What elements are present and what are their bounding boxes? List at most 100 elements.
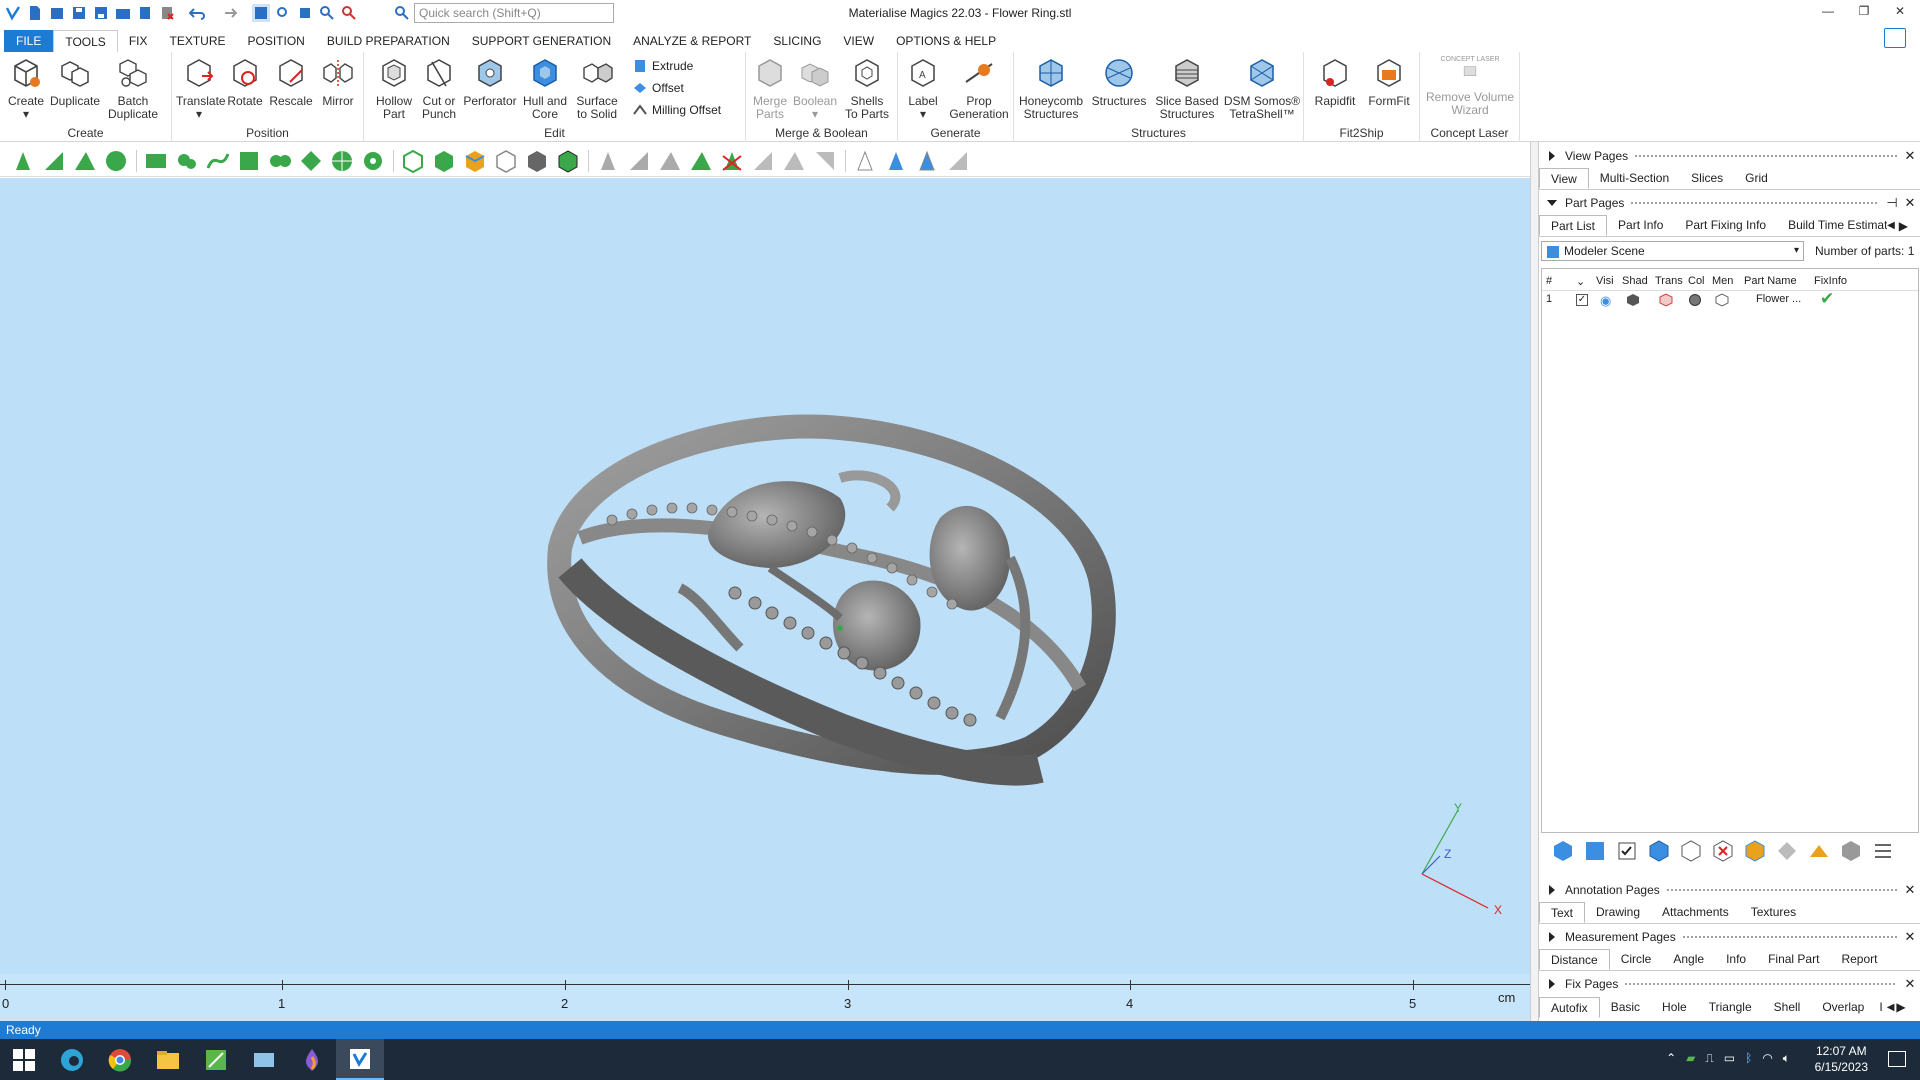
unmark-triangle-icon[interactable] (595, 148, 621, 174)
part-color-cube-icon[interactable] (462, 148, 488, 174)
part-green-cube-icon[interactable] (431, 148, 457, 174)
color-swatch[interactable] (1689, 294, 1701, 306)
3d-viewport[interactable]: Y Z X 0 1 2 3 4 5 cm (0, 178, 1530, 1021)
col-header-shaded[interactable]: Shad (1622, 275, 1648, 287)
flower-ring-model[interactable] (540, 398, 1120, 798)
tab-build-time-estimation[interactable]: Build Time Estimation (1777, 215, 1887, 236)
tray-network-icon[interactable]: ⎍ (1705, 1051, 1713, 1066)
part-dark-cube-icon[interactable] (524, 148, 550, 174)
tab-analyze-report[interactable]: ANALYZE & REPORT (622, 30, 762, 52)
boolean-button[interactable]: Boolean ▾ (792, 56, 838, 121)
unmark-surface-icon[interactable] (657, 148, 683, 174)
grow-select-icon[interactable] (298, 148, 324, 174)
cut-or-punch-button[interactable]: Cut or Punch (418, 56, 460, 121)
shells-to-parts-button[interactable]: Shells To Parts (842, 56, 892, 121)
close-icon[interactable]: ✕ (1903, 882, 1917, 898)
sphere-mark-icon[interactable] (360, 148, 386, 174)
remove-volume-wizard-button[interactable]: CONCEPT LASER Remove Volume Wizard (1422, 56, 1518, 117)
taskbar-file-explorer[interactable] (144, 1039, 192, 1080)
part-cube-icon[interactable] (400, 148, 426, 174)
part-box-cube-icon[interactable] (555, 148, 581, 174)
hollow-part-button[interactable]: Hollow Part (372, 56, 416, 121)
taskbar-clock[interactable]: 12:07 AM 6/15/2023 (1815, 1043, 1868, 1075)
formfit-button[interactable]: FormFit (1364, 56, 1414, 108)
tray-green-icon[interactable]: ▰ (1686, 1051, 1695, 1066)
taskbar-chrome[interactable] (96, 1039, 144, 1080)
tab-texture[interactable]: TEXTURE (158, 30, 236, 52)
minimize-button[interactable]: — (1816, 4, 1840, 22)
chevron-up-icon[interactable]: ⌃ (1666, 1051, 1676, 1066)
prop-generation-button[interactable]: Prop Generation (946, 56, 1012, 121)
tab-part-info[interactable]: Part Info (1607, 215, 1674, 236)
memory-cube-icon[interactable] (1715, 293, 1729, 307)
tab-textures[interactable]: Textures (1740, 902, 1807, 923)
measurement-pages-header[interactable]: Measurement Pages ✕ (1539, 927, 1920, 947)
tab-final-part[interactable]: Final Part (1757, 949, 1830, 970)
dsm-tetrashell-button[interactable]: DSM Somos® TetraShell™ (1222, 56, 1302, 121)
tab-view[interactable]: VIEW (832, 30, 885, 52)
row-checkbox[interactable]: ✓ (1576, 294, 1588, 306)
list-options-icon[interactable] (1871, 839, 1895, 863)
volume-icon[interactable]: 🔈︎ (1783, 1051, 1790, 1066)
tab-build-preparation[interactable]: BUILD PREPARATION (316, 30, 461, 52)
surface-to-solid-button[interactable]: Surface to Solid (572, 56, 622, 121)
shaded-cube-icon[interactable] (1626, 293, 1640, 307)
slice-based-structures-button[interactable]: Slice Based Structures (1154, 56, 1220, 121)
battery-icon[interactable]: ▭ (1724, 1051, 1735, 1066)
transparent-cube-icon[interactable] (1659, 293, 1673, 307)
select-parts-icon[interactable] (1583, 839, 1607, 863)
ribbon-options-icon[interactable] (1884, 28, 1906, 48)
unmark-all-icon[interactable] (719, 148, 745, 174)
col-header-transparent[interactable]: Trans (1655, 275, 1683, 287)
tab-options-help[interactable]: OPTIONS & HELP (885, 30, 1007, 52)
rotate-button[interactable]: Rotate (224, 56, 266, 108)
group-parts-icon[interactable] (1647, 839, 1671, 863)
mirror-button[interactable]: Mirror (316, 56, 360, 108)
tab-basic[interactable]: Basic (1600, 997, 1651, 1018)
close-window-button[interactable]: ✕ (1888, 4, 1912, 22)
tab-scroll-right-icon[interactable]: ▶ (1896, 1000, 1905, 1014)
perforator-button[interactable]: Perforator (462, 56, 518, 108)
tag-part-icon[interactable] (1775, 839, 1799, 863)
part-outline-cube-icon[interactable] (493, 148, 519, 174)
honeycomb-structures-button[interactable]: Honeycomb Structures (1018, 56, 1084, 121)
tab-view[interactable]: View (1539, 168, 1589, 189)
tab-scroll-left-icon[interactable]: ◀ (1887, 1002, 1895, 1013)
wire-triangle-icon[interactable] (852, 148, 878, 174)
restore-button[interactable]: ❐ (1852, 4, 1876, 22)
tab-support-generation[interactable]: SUPPORT GENERATION (461, 30, 622, 52)
scene-dropdown[interactable]: Modeler Scene ▾ (1541, 241, 1804, 261)
col-header-visible[interactable]: Visi (1596, 275, 1614, 287)
duplicate-button[interactable]: Duplicate (50, 56, 100, 108)
tab-part-list[interactable]: Part List (1539, 215, 1608, 236)
milling-offset-button[interactable]: Milling Offset (632, 102, 721, 118)
notification-icon[interactable] (1888, 1051, 1906, 1067)
tab-fix[interactable]: FIX (118, 30, 159, 52)
tab-attachments[interactable]: Attachments (1651, 902, 1740, 923)
triangle-select-icon[interactable] (10, 148, 36, 174)
tab-more[interactable]: I (1875, 997, 1886, 1018)
table-row[interactable]: 1 ✓ ◉ Flower ... ✔ (1542, 289, 1918, 311)
curve-select-icon[interactable] (205, 148, 231, 174)
invert-mark-icon[interactable] (750, 148, 776, 174)
sphere-select-icon[interactable] (103, 148, 129, 174)
bluetooth-icon[interactable]: ᛒ (1745, 1051, 1752, 1066)
tab-slicing[interactable]: SLICING (762, 30, 832, 52)
tab-part-fixing-info[interactable]: Part Fixing Info (1674, 215, 1777, 236)
label-button[interactable]: A Label ▾ (902, 56, 944, 121)
structures-button[interactable]: Structures (1088, 56, 1150, 108)
unmark-shell-icon[interactable] (688, 148, 714, 174)
label-part-icon[interactable] (1807, 839, 1831, 863)
tab-autofix[interactable]: Autofix (1539, 996, 1600, 1018)
tab-position[interactable]: POSITION (237, 30, 316, 52)
wire-gray-plane-icon[interactable] (945, 148, 971, 174)
close-icon[interactable]: ✕ (1903, 929, 1917, 945)
tab-circle[interactable]: Circle (1610, 949, 1663, 970)
tab-tools[interactable]: TOOLS (53, 30, 118, 52)
tab-triangle[interactable]: Triangle (1698, 997, 1763, 1018)
surface-select-icon[interactable] (72, 148, 98, 174)
panel-splitter[interactable] (1530, 142, 1538, 1021)
wire-mixed-triangle-icon[interactable] (914, 148, 940, 174)
merge-parts-button[interactable]: Merge Parts (750, 56, 790, 121)
tab-angle[interactable]: Angle (1662, 949, 1715, 970)
